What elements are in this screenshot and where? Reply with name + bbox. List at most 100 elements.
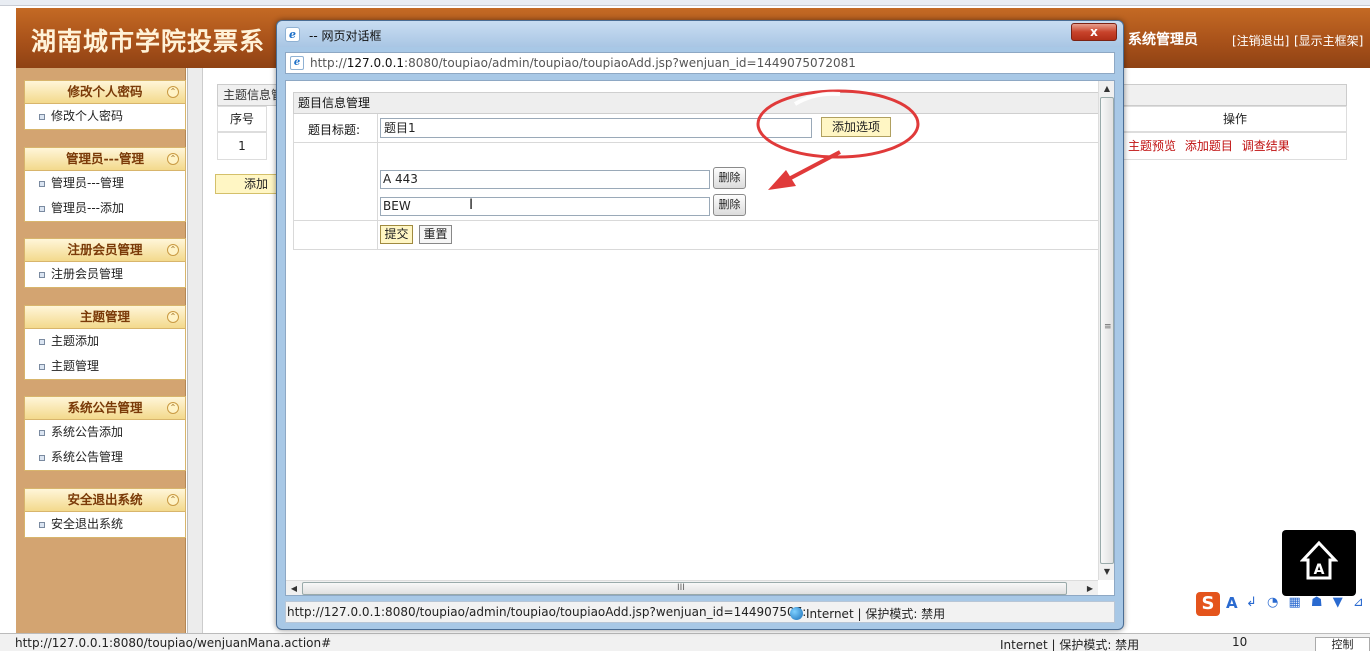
add-question-link[interactable]: 添加题目 <box>1185 139 1233 153</box>
sidebar-item-topic-add[interactable]: 主题添加 <box>25 329 185 354</box>
menu-head-members[interactable]: 注册会员管理 ⌃ <box>24 238 186 262</box>
menu-body-notices: 系统公告添加 系统公告管理 <box>24 420 186 471</box>
floating-accessibility-badge[interactable]: A <box>1282 530 1356 596</box>
sidebar-item-topic-manage[interactable]: 主题管理 <box>25 354 185 379</box>
collapse-icon[interactable]: ⌃ <box>167 86 179 98</box>
submit-button[interactable]: 提交 <box>380 225 413 244</box>
preview-topic-link[interactable]: 主题预览 <box>1128 139 1176 153</box>
dialog-address-bar: e http://127.0.0.1:8080/toupiao/admin/to… <box>285 52 1115 74</box>
dialog-title: -- 网页对话框 <box>309 29 382 43</box>
menu-head-password[interactable]: 修改个人密码 ⌃ <box>24 80 186 104</box>
sidebar-item-label: 管理员---添加 <box>51 201 124 215</box>
menu-head-logout[interactable]: 安全退出系统 ⌃ <box>24 488 186 512</box>
survey-results-link[interactable]: 调查结果 <box>1242 139 1290 153</box>
logout-link[interactable]: [注销退出] <box>1232 32 1289 49</box>
ie-page-icon: e <box>290 56 304 70</box>
sidebar-item-admin-add[interactable]: 管理员---添加 <box>25 196 185 221</box>
menu-head-label: 管理员---管理 <box>65 151 145 166</box>
horizontal-scroll-thumb[interactable]: III <box>302 582 1067 595</box>
sidebar-item-label: 主题管理 <box>51 359 100 373</box>
sidebar: 修改个人密码 ⌃ 修改个人密码 管理员---管理 ⌃ 管理员---管理 管理员-… <box>16 68 186 633</box>
sidebar-item-safe-logout[interactable]: 安全退出系统 <box>25 512 185 537</box>
bullet-icon <box>39 272 45 278</box>
collapse-icon[interactable]: ⌃ <box>167 244 179 256</box>
option-input[interactable]: A 443 <box>380 170 710 189</box>
bullet-icon <box>39 522 45 528</box>
delete-option-button[interactable]: 删除 <box>713 167 746 189</box>
horizontal-scrollbar[interactable]: ◀ III ▶ <box>286 580 1098 595</box>
menu-head-label: 注册会员管理 <box>67 242 143 257</box>
sidebar-item-notice-add[interactable]: 系统公告添加 <box>25 420 185 445</box>
status-url: http://127.0.0.1:8080/toupiao/wenjuanMan… <box>15 636 332 650</box>
menu-head-admin[interactable]: 管理员---管理 ⌃ <box>24 147 186 171</box>
scroll-left-icon[interactable]: ◀ <box>286 581 302 595</box>
sidebar-item-change-password[interactable]: 修改个人密码 <box>25 104 185 129</box>
column-header-operations: 操作 <box>1123 106 1347 132</box>
delete-option-button[interactable]: 删除 <box>713 194 746 216</box>
scroll-right-icon[interactable]: ▶ <box>1082 581 1098 595</box>
collapse-icon[interactable]: ⌃ <box>167 494 179 506</box>
dialog-url: http://127.0.0.1:8080/toupiao/admin/toup… <box>310 56 856 70</box>
grip-icon: III <box>677 583 685 593</box>
collapse-icon[interactable]: ⌃ <box>167 311 179 323</box>
status-security-zone: Internet | 保护模式: 禁用 <box>1000 638 1140 651</box>
bullet-icon <box>39 206 45 212</box>
collapse-icon[interactable]: ⌃ <box>167 153 179 165</box>
admin-name: 系统管理员 <box>1128 32 1198 48</box>
site-title: 湖南城市学院投票系 <box>31 27 266 56</box>
bullet-icon <box>39 114 45 120</box>
vertical-scrollbar[interactable]: ▲ ≡ ▼ <box>1098 81 1114 580</box>
menu-body-admin: 管理员---管理 管理员---添加 <box>24 171 186 222</box>
ime-logo-icon[interactable]: S <box>1196 592 1220 616</box>
form-divider <box>377 221 378 249</box>
menu-head-topics[interactable]: 主题管理 ⌃ <box>24 305 186 329</box>
control-button[interactable]: 控制 <box>1315 637 1370 651</box>
bullet-icon <box>39 181 45 187</box>
menu-body-topics: 主题添加 主题管理 <box>24 329 186 380</box>
bullet-icon <box>39 339 45 345</box>
dialog-content: 题目信息管理 题目标题: 题目1 添加选项 A 443 删除 BEW 删除 I … <box>285 80 1115 596</box>
close-button[interactable]: x <box>1071 23 1117 41</box>
frame-splitter[interactable] <box>187 68 203 633</box>
browser-top-strip <box>0 0 1370 6</box>
bullet-icon <box>39 364 45 370</box>
bullet-icon <box>39 455 45 461</box>
sidebar-item-members[interactable]: 注册会员管理 <box>25 262 185 287</box>
add-option-button[interactable]: 添加选项 <box>821 117 891 137</box>
dialog-status-url: http://127.0.0.1:8080/toupiao/admin/toup… <box>287 605 807 619</box>
menu-body-password: 修改个人密码 <box>24 104 186 130</box>
table-cell-operations: 主题预览 添加题目 调查结果 <box>1123 132 1347 160</box>
question-title-input[interactable]: 题目1 <box>380 118 812 138</box>
ime-toolbar[interactable]: S A ↲ ◔ ▦ ☗ ▼ ⊿ <box>1196 592 1370 618</box>
scroll-up-icon[interactable]: ▲ <box>1099 81 1114 97</box>
svg-text:A: A <box>1314 562 1325 578</box>
sidebar-item-label: 修改个人密码 <box>51 109 124 123</box>
sidebar-item-label: 系统公告管理 <box>51 450 124 464</box>
web-dialog: e -- 网页对话框 x e http://127.0.0.1:8080/tou… <box>276 20 1124 630</box>
question-title-label: 题目标题: <box>308 123 361 137</box>
form-row-actions: 提交 重置 <box>293 221 1102 250</box>
show-main-frame-link[interactable]: [显示主框架] <box>1294 32 1363 49</box>
sidebar-item-admin-manage[interactable]: 管理员---管理 <box>25 171 185 196</box>
form-divider <box>377 114 378 142</box>
column-header-seq: 序号 <box>217 106 267 132</box>
ime-mode[interactable]: A <box>1226 594 1238 612</box>
table-cell-seq: 1 <box>217 132 267 160</box>
scroll-down-icon[interactable]: ▼ <box>1099 564 1114 580</box>
reset-button[interactable]: 重置 <box>419 225 452 244</box>
menu-head-notices[interactable]: 系统公告管理 ⌃ <box>24 396 186 420</box>
dialog-status-bar: http://127.0.0.1:8080/toupiao/admin/toup… <box>285 601 1115 623</box>
collapse-icon[interactable]: ⌃ <box>167 402 179 414</box>
sidebar-item-notice-manage[interactable]: 系统公告管理 <box>25 445 185 470</box>
vertical-scroll-thumb[interactable]: ≡ <box>1100 97 1114 564</box>
menu-head-label: 系统公告管理 <box>67 400 143 415</box>
sidebar-item-label: 注册会员管理 <box>51 267 124 281</box>
zoom-level[interactable]: 10 <box>1232 635 1247 649</box>
grip-icon: ≡ <box>1104 322 1112 332</box>
sidebar-item-label: 安全退出系统 <box>51 517 124 531</box>
option-input[interactable]: BEW <box>380 197 710 216</box>
menu-head-label: 修改个人密码 <box>67 84 143 99</box>
menu-head-label: 主题管理 <box>79 309 130 324</box>
dialog-titlebar[interactable]: e -- 网页对话框 x <box>277 21 1123 47</box>
ime-tool-icons[interactable]: ↲ ◔ ▦ ☗ ▼ ⊿ <box>1246 595 1367 610</box>
